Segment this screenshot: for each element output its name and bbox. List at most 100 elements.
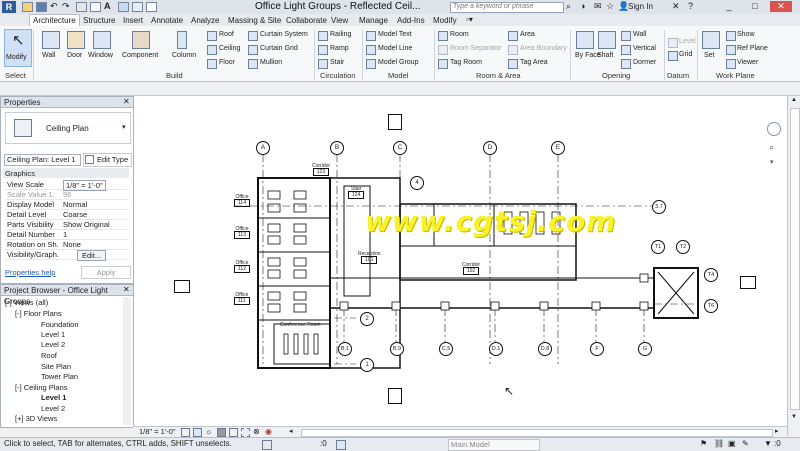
room-area-group-title[interactable]: Room & Area bbox=[476, 71, 521, 80]
horizontal-scrollbar[interactable] bbox=[301, 429, 773, 437]
redo-icon[interactable]: ↷ bbox=[62, 1, 70, 12]
elevation-marker-north[interactable] bbox=[388, 114, 402, 130]
stair-outline[interactable] bbox=[343, 185, 371, 297]
tree-node[interactable]: [-] Views (all) bbox=[5, 298, 48, 307]
model-line-button[interactable]: Model Line bbox=[378, 45, 412, 52]
grid-bubble-t1[interactable]: T1 bbox=[651, 240, 665, 254]
component-icon[interactable] bbox=[132, 31, 150, 49]
grid-bubble-b[interactable]: B bbox=[330, 141, 344, 155]
grid-bubble-3-7[interactable]: 3.7 bbox=[652, 200, 666, 214]
ribbon-options-icon[interactable]: ▫▾ bbox=[466, 15, 473, 24]
viewer-icon[interactable] bbox=[726, 59, 736, 69]
tree-node-selected[interactable]: Level 1 bbox=[41, 393, 66, 402]
mullion-icon[interactable] bbox=[248, 59, 258, 69]
curtain-system-button[interactable]: Curtain System bbox=[260, 31, 308, 38]
model-selector[interactable]: Main Model bbox=[448, 439, 540, 451]
model-group-icon[interactable] bbox=[366, 59, 376, 69]
tab-modify[interactable]: Modify bbox=[430, 15, 460, 26]
grid-bubble-e[interactable]: E bbox=[551, 141, 565, 155]
property-value[interactable]: Coarse bbox=[63, 210, 87, 219]
h-scroll-right-icon[interactable]: ▸ bbox=[775, 427, 779, 435]
mullion-button[interactable]: Mullion bbox=[260, 59, 282, 66]
shaft-button[interactable]: Shaft bbox=[597, 52, 613, 59]
tag-room-button[interactable]: Tag Room bbox=[450, 59, 482, 66]
model-text-icon[interactable] bbox=[366, 31, 376, 41]
type-selector[interactable]: Ceiling Plan ▾ bbox=[5, 112, 131, 144]
favorites-icon[interactable]: ☆ bbox=[606, 1, 614, 12]
property-row[interactable]: Visibility/Graph... Edit... bbox=[5, 249, 129, 261]
subscription-icon[interactable]: ◑ bbox=[580, 1, 585, 11]
grid-bubble-4[interactable]: 4 bbox=[410, 176, 424, 190]
tag-area-icon[interactable] bbox=[508, 59, 518, 69]
elevation-marker-east[interactable] bbox=[740, 276, 756, 289]
railing-icon[interactable] bbox=[318, 31, 328, 41]
room-tag[interactable]: Office 114 bbox=[234, 194, 250, 207]
room-tag[interactable]: Office 113 bbox=[234, 226, 250, 239]
grid-bubble-t6[interactable]: T6 bbox=[704, 299, 718, 313]
column-icon[interactable] bbox=[177, 31, 187, 49]
instance-selector[interactable]: Ceiling Plan: Level 1 bbox=[4, 154, 81, 166]
vertical-scrollbar[interactable]: ▲ ▼ bbox=[787, 96, 800, 436]
tree-node[interactable]: Site Plan bbox=[41, 362, 71, 371]
roof-icon[interactable] bbox=[207, 31, 217, 41]
ceiling-plan-drawing[interactable] bbox=[134, 96, 788, 426]
communication-icon[interactable]: ✉ bbox=[594, 1, 602, 12]
navigation-bar[interactable]: ⌕ ▾ bbox=[766, 116, 782, 186]
door-icon[interactable] bbox=[67, 31, 85, 49]
railing-button[interactable]: Railing bbox=[330, 31, 351, 38]
ramp-button[interactable]: Ramp bbox=[330, 45, 349, 52]
dormer-button[interactable]: Dormer bbox=[633, 59, 656, 66]
ref-plane-button[interactable]: Ref Plane bbox=[737, 45, 768, 52]
ceiling-icon[interactable] bbox=[207, 45, 217, 55]
select-group-title[interactable]: Select bbox=[5, 71, 26, 80]
close-button[interactable]: ✕ bbox=[770, 1, 792, 12]
tree-node[interactable]: Level 2 bbox=[41, 340, 65, 349]
roof-button[interactable]: Roof bbox=[219, 31, 234, 38]
stair-icon[interactable] bbox=[318, 59, 328, 69]
edit-type-button[interactable]: Edit Type bbox=[83, 153, 132, 167]
h-scroll-left-icon[interactable]: ◂ bbox=[289, 427, 293, 435]
area-boundary-icon[interactable] bbox=[508, 45, 518, 55]
grid-bubble-d1[interactable]: D.1 bbox=[489, 342, 503, 356]
set-button[interactable]: Set bbox=[704, 52, 715, 59]
worksets-icon[interactable] bbox=[262, 440, 272, 450]
tree-node[interactable]: Foundation bbox=[41, 320, 79, 329]
ref-plane-icon[interactable] bbox=[726, 45, 736, 55]
elevation-marker-south[interactable] bbox=[388, 388, 402, 404]
model-text-button[interactable]: Model Text bbox=[378, 31, 412, 38]
show-crop-icon[interactable] bbox=[241, 428, 250, 437]
close-icon[interactable]: ✕ bbox=[123, 97, 130, 106]
property-value[interactable]: Normal bbox=[63, 200, 87, 209]
tree-node[interactable]: Roof bbox=[41, 351, 57, 360]
tree-node[interactable]: [+] 3D Views bbox=[15, 414, 57, 423]
grid-button[interactable]: Grid bbox=[679, 51, 692, 58]
room-button[interactable]: Room bbox=[450, 31, 469, 38]
window-switch-icon[interactable] bbox=[146, 2, 157, 12]
open-icon[interactable] bbox=[22, 2, 33, 12]
3d-view-icon[interactable] bbox=[118, 2, 129, 12]
undo-icon[interactable]: ↶ bbox=[50, 1, 58, 12]
wall-opening-button[interactable]: Wall bbox=[633, 31, 646, 38]
tab-collaborate[interactable]: Collaborate bbox=[283, 15, 330, 26]
nav-options-icon[interactable]: ▾ bbox=[770, 158, 774, 166]
dormer-icon[interactable] bbox=[621, 59, 631, 69]
ramp-icon[interactable] bbox=[318, 45, 328, 55]
save-icon[interactable] bbox=[36, 2, 47, 12]
tab-annotate[interactable]: Annotate bbox=[148, 15, 186, 26]
tab-view[interactable]: View bbox=[328, 15, 351, 26]
wall-button[interactable]: Wall bbox=[42, 52, 55, 59]
tab-manage[interactable]: Manage bbox=[356, 15, 391, 26]
exchange-icon[interactable]: ✕ bbox=[672, 1, 680, 12]
minimize-button[interactable]: _ bbox=[718, 1, 740, 12]
room-tag[interactable]: Reception 101 bbox=[358, 251, 381, 264]
wall-opening-icon[interactable] bbox=[621, 31, 631, 41]
by-face-icon[interactable] bbox=[576, 31, 594, 49]
wall-icon[interactable] bbox=[42, 31, 60, 49]
view-scale[interactable]: 1/8" = 1'-0" bbox=[139, 427, 176, 436]
conference-room-outline[interactable] bbox=[273, 323, 331, 365]
viewer-button[interactable]: Viewer bbox=[737, 59, 758, 66]
room-separator-icon[interactable] bbox=[438, 45, 448, 55]
browser-scrollbar[interactable] bbox=[123, 297, 131, 425]
property-value[interactable]: None bbox=[63, 240, 81, 249]
grid-bubble-f[interactable]: F bbox=[590, 342, 604, 356]
